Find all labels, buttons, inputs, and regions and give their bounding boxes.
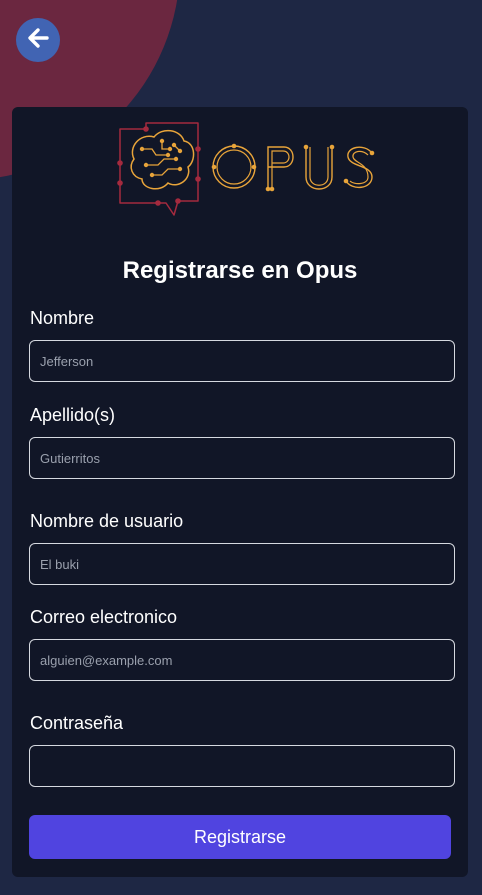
app-screen: OPUS Registrarse en Opus Nombre Apellido…	[0, 0, 482, 895]
last-name-input[interactable]	[29, 437, 455, 479]
logo-text: OPUS	[386, 119, 387, 120]
last-name-label: Apellido(s)	[30, 405, 116, 425]
email-input[interactable]	[29, 639, 455, 681]
arrow-left-icon	[25, 25, 51, 56]
page-title: Registrarse en Opus	[122, 257, 358, 284]
first-name-input[interactable]	[29, 340, 455, 382]
register-button[interactable]: Registrarse	[29, 815, 451, 859]
password-input[interactable]	[29, 745, 455, 787]
opus-logo: OPUS	[106, 119, 386, 237]
email-label: Correo electronico	[30, 607, 178, 627]
username-input[interactable]	[29, 543, 455, 585]
registration-card: OPUS Registrarse en Opus Nombre Apellido…	[12, 107, 468, 877]
first-name-label: Nombre	[30, 308, 95, 328]
back-button[interactable]	[16, 18, 60, 62]
password-label: Contraseña	[30, 713, 124, 733]
username-label: Nombre de usuario	[30, 511, 184, 531]
